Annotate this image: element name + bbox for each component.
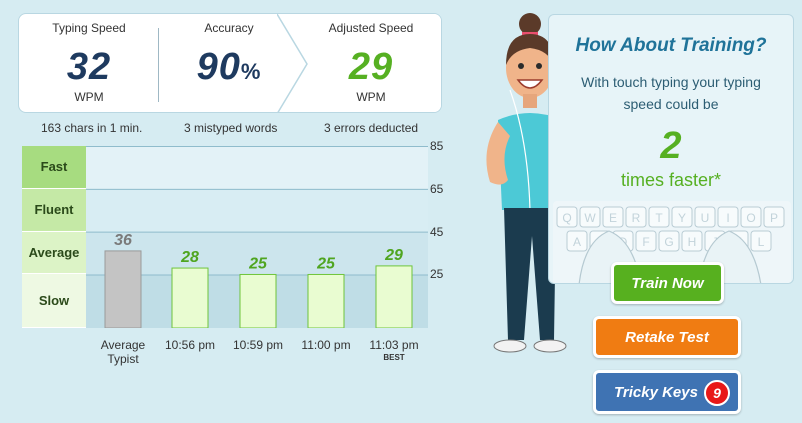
accuracy-number: 90 [196, 46, 241, 88]
typing-speed-label: Typing Speed [52, 21, 126, 35]
band-bg-fluent [86, 188, 428, 232]
x-tick-label-3: 11:00 pm [301, 338, 351, 352]
chevron-divider-icon [277, 14, 308, 112]
x-tick-label-0: Average Typist [100, 338, 146, 366]
typing-speed-value: 32 [66, 46, 112, 88]
y-tick-label: 25 [430, 267, 444, 282]
typing-speed-unit: WPM [74, 90, 104, 104]
speed-chart: Fast Fluent Average Slow 36 28 25 25 29 [22, 146, 428, 328]
svg-text:Q: Q [562, 211, 571, 225]
band-label-fluent: Fluent [22, 188, 86, 232]
accuracy-percent: % [240, 59, 262, 84]
bar-value-label-4: 29 [384, 247, 403, 264]
band-label-fast: Fast [22, 146, 86, 189]
tricky-keys-label: Tricky Keys [614, 383, 698, 401]
bar-4[interactable] [375, 265, 413, 328]
band-label-slow: Slow [22, 274, 86, 328]
x-tick-label-2: 10:59 pm [232, 338, 284, 352]
svg-text:W: W [584, 211, 596, 225]
chart-plot-area: 36 28 25 25 29 [86, 146, 428, 328]
training-card: How About Training? With touch typing yo… [548, 14, 794, 284]
x-tick-label-1: 10:56 pm [164, 338, 216, 352]
svg-text:R: R [632, 211, 641, 225]
band-bg-fast [86, 146, 428, 189]
y-tick-label: 65 [430, 181, 444, 196]
svg-text:U: U [701, 211, 710, 225]
tricky-keys-button[interactable]: Tricky Keys 9 [593, 370, 741, 414]
bar-1[interactable] [171, 267, 209, 328]
retake-test-button[interactable]: Retake Test [593, 316, 741, 358]
chars-per-minute-text: 163 chars in 1 min. [41, 121, 143, 135]
svg-text:G: G [664, 235, 673, 249]
svg-text:F: F [642, 235, 649, 249]
errors-deducted-text: 3 errors deducted [324, 121, 419, 135]
bar-value-label-1: 28 [180, 249, 199, 266]
training-description-line2: speed could be [623, 96, 719, 112]
bar-value-label-0: 36 [114, 232, 132, 249]
y-tick-label: 45 [430, 224, 444, 239]
band-label-average: Average [22, 231, 86, 275]
svg-text:P: P [770, 211, 778, 225]
bar-2[interactable] [239, 273, 277, 328]
mistyped-words-text: 3 mistyped words [184, 121, 278, 135]
y-tick-label: 85 [430, 139, 444, 153]
svg-text:E: E [609, 211, 617, 225]
training-title: How About Training? [575, 35, 767, 56]
bar-value-label-2: 25 [248, 255, 268, 272]
svg-text:A: A [573, 235, 581, 249]
speed-multiplier-text: times faster* [620, 170, 722, 190]
svg-text:I: I [726, 211, 729, 225]
svg-text:H: H [688, 235, 697, 249]
x-tick-label-4: 11:03 pm [369, 338, 419, 352]
tricky-keys-count-badge: 9 [704, 380, 730, 406]
svg-text:L: L [758, 235, 765, 249]
best-label: BEST [383, 353, 405, 362]
training-description: With touch typing your typing speed coul… [559, 71, 783, 115]
bar-3[interactable] [307, 273, 345, 328]
train-now-button[interactable]: Train Now [611, 262, 724, 304]
training-description-line1: With touch typing your typing [581, 74, 761, 90]
chart-svg: 36 28 25 25 29 [86, 146, 428, 328]
svg-text:Y: Y [678, 211, 686, 225]
typing-speed-stat: Typing Speed 32 WPM [19, 14, 159, 112]
speed-multiplier-number: 2 [660, 125, 682, 167]
svg-text:T: T [655, 211, 663, 225]
bar-value-label-3: 25 [316, 255, 336, 272]
stats-card: Typing Speed 32 WPM Accuracy 90% Adjuste… [18, 13, 442, 113]
svg-text:O: O [746, 211, 755, 225]
bar-0[interactable] [104, 250, 142, 328]
